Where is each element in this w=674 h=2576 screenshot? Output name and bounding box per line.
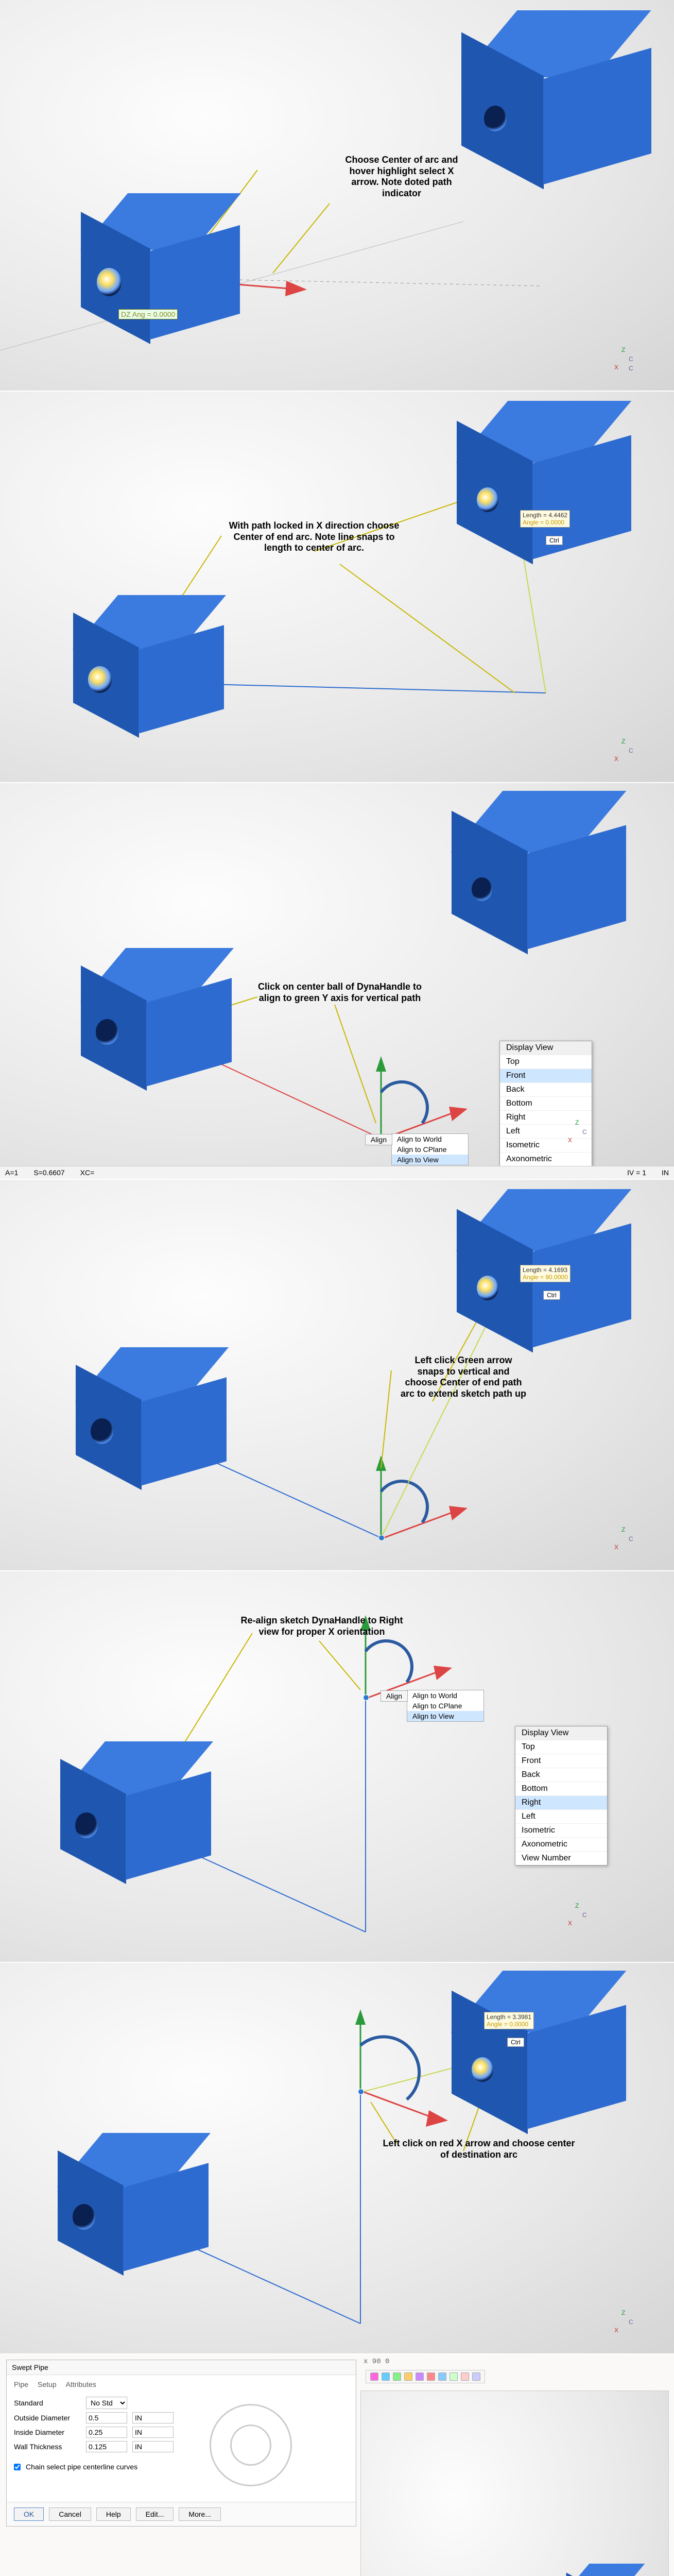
ctrl-indicator: Ctrl <box>543 1291 560 1300</box>
align-label: Align <box>365 1134 392 1145</box>
help-button[interactable]: Help <box>96 2507 131 2521</box>
panel-7: x 90 0 Swept Pipe Pipe Setup Attributes … <box>0 2354 674 2576</box>
menu-top[interactable]: Top <box>515 1740 607 1754</box>
command-bar: x 90 0 <box>360 2354 392 2369</box>
view-context-menu[interactable]: Display View Top Front Back Bottom Right… <box>499 1041 592 1180</box>
annotation: Left click Green arrow snaps to vertical… <box>391 1355 535 1399</box>
axis-triad: Z C X <box>612 1529 638 1555</box>
menu-axon[interactable]: Axonometric <box>500 1153 592 1166</box>
dyna-handle-ball[interactable] <box>363 1694 369 1701</box>
od-input[interactable] <box>86 2412 127 2424</box>
align-submenu[interactable]: Align Align to World Align to CPlane Ali… <box>391 1133 469 1165</box>
length-angle-tag: Length = 4.4462Angle = 0.0000 <box>520 510 570 528</box>
panel-2: With path locked in X direction choose C… <box>0 392 674 783</box>
ok-button[interactable]: OK <box>14 2507 44 2521</box>
angle-readout: DZ Ang = 0.0000 <box>118 309 178 319</box>
panel-3: Click on center ball of DynaHandle to al… <box>0 783 674 1180</box>
tool-icon[interactable] <box>404 2372 412 2381</box>
menu-left[interactable]: Left <box>515 1810 607 1824</box>
standard-label: Standard <box>14 2399 81 2407</box>
wt-unit[interactable] <box>132 2441 174 2452</box>
axis-triad: Z C X <box>566 1122 592 1148</box>
status-bar: A=1 S=0.6607 XC= IV = 1 IN <box>0 1166 674 1179</box>
annotation: Choose Center of arc and hover highlight… <box>330 155 474 199</box>
tool-icon[interactable] <box>438 2372 446 2381</box>
align-submenu[interactable]: Align Align to World Align to CPlane Ali… <box>407 1690 484 1722</box>
menu-bottom[interactable]: Bottom <box>515 1782 607 1796</box>
axis-triad: Z C X <box>566 1905 592 1931</box>
menu-front[interactable]: Front <box>515 1754 607 1768</box>
tool-icon[interactable] <box>370 2372 378 2381</box>
axis-triad: Z C X C <box>612 349 638 375</box>
edit-button[interactable]: Edit... <box>136 2507 174 2521</box>
tool-icon[interactable] <box>461 2372 469 2381</box>
tab-setup[interactable]: Setup <box>38 2380 57 2388</box>
annotation: With path locked in X direction choose C… <box>216 520 412 554</box>
chain-select-checkbox[interactable] <box>14 2464 21 2470</box>
more-button[interactable]: More... <box>179 2507 221 2521</box>
align-to-cplane[interactable]: Align to CPlane <box>392 1144 468 1155</box>
axis-triad: Z C X <box>612 2312 638 2338</box>
tab-attributes[interactable]: Attributes <box>66 2380 96 2388</box>
ctrl-indicator: Ctrl <box>507 2038 524 2047</box>
id-label: Inside Diameter <box>14 2428 81 2436</box>
view-context-menu[interactable]: Display View Top Front Back Bottom Right… <box>515 1726 608 1866</box>
length-angle-tag: Length = 3.3981Angle = 0.0000 <box>484 2012 534 2029</box>
tool-icon[interactable] <box>393 2372 401 2381</box>
align-to-view[interactable]: Align to View <box>407 1711 483 1721</box>
menu-axon[interactable]: Axonometric <box>515 1838 607 1852</box>
menu-front[interactable]: Front <box>500 1069 592 1083</box>
align-to-world[interactable]: Align to World <box>407 1690 483 1701</box>
align-label: Align <box>381 1690 408 1702</box>
tool-icon[interactable] <box>427 2372 435 2381</box>
wt-label: Wall Thickness <box>14 2443 81 2451</box>
annotation: Re-align sketch DynaHandle to Right view… <box>224 1615 420 1637</box>
ctrl-indicator: Ctrl <box>546 536 563 545</box>
panel-4: Left click Green arrow snaps to vertical… <box>0 1180 674 1571</box>
menu-bottom[interactable]: Bottom <box>500 1097 592 1111</box>
od-unit[interactable] <box>132 2412 174 2424</box>
dialog-title: Swept Pipe <box>7 2360 356 2375</box>
id-input[interactable] <box>86 2427 127 2438</box>
menu-back[interactable]: Back <box>500 1083 592 1097</box>
align-to-world[interactable]: Align to World <box>392 1134 468 1144</box>
menu-top[interactable]: Top <box>500 1055 592 1069</box>
tab-pipe[interactable]: Pipe <box>14 2380 28 2388</box>
id-unit[interactable] <box>132 2427 174 2438</box>
panel-6: Left click on red X arrow and choose cen… <box>0 1963 674 2354</box>
cancel-button[interactable]: Cancel <box>49 2507 91 2521</box>
od-label: Outside Diameter <box>14 2414 81 2422</box>
dyna-handle-ball[interactable] <box>378 1535 385 1541</box>
annotation: Click on center ball of DynaHandle to al… <box>237 981 443 1004</box>
tool-icon[interactable] <box>382 2372 390 2381</box>
tool-icon[interactable] <box>450 2372 458 2381</box>
panel-1: Choose Center of arc and hover highlight… <box>0 0 674 392</box>
annotation: Left click on red X arrow and choose cen… <box>371 2138 587 2160</box>
menu-right[interactable]: Right <box>515 1796 607 1810</box>
wt-input[interactable] <box>86 2441 127 2452</box>
menu-isometric[interactable]: Isometric <box>515 1824 607 1838</box>
toolbar[interactable] <box>366 2370 485 2383</box>
swept-pipe-dialog[interactable]: Swept Pipe Pipe Setup Attributes Standar… <box>6 2360 356 2527</box>
length-angle-tag: Length = 4.1693Angle = 90.0000 <box>520 1265 571 1282</box>
dyna-handle-ball[interactable] <box>358 2089 364 2095</box>
tool-icon[interactable] <box>472 2372 480 2381</box>
pipe-preview-inner <box>230 2425 271 2466</box>
panel-5: Re-align sketch DynaHandle to Right view… <box>0 1571 674 1963</box>
menu-display-view[interactable]: Display View <box>500 1041 592 1055</box>
menu-viewnum[interactable]: View Number <box>515 1852 607 1865</box>
menu-display-view[interactable]: Display View <box>515 1726 607 1740</box>
chain-select-label: Chain select pipe centerline curves <box>26 2463 137 2471</box>
axis-triad: Z C X <box>612 741 638 767</box>
tool-icon[interactable] <box>416 2372 424 2381</box>
align-to-view[interactable]: Align to View <box>392 1155 468 1165</box>
standard-select[interactable]: No Std <box>86 2397 127 2409</box>
mini-viewport[interactable]: Z C X <box>360 2391 669 2576</box>
menu-back[interactable]: Back <box>515 1768 607 1782</box>
align-to-cplane[interactable]: Align to CPlane <box>407 1701 483 1711</box>
